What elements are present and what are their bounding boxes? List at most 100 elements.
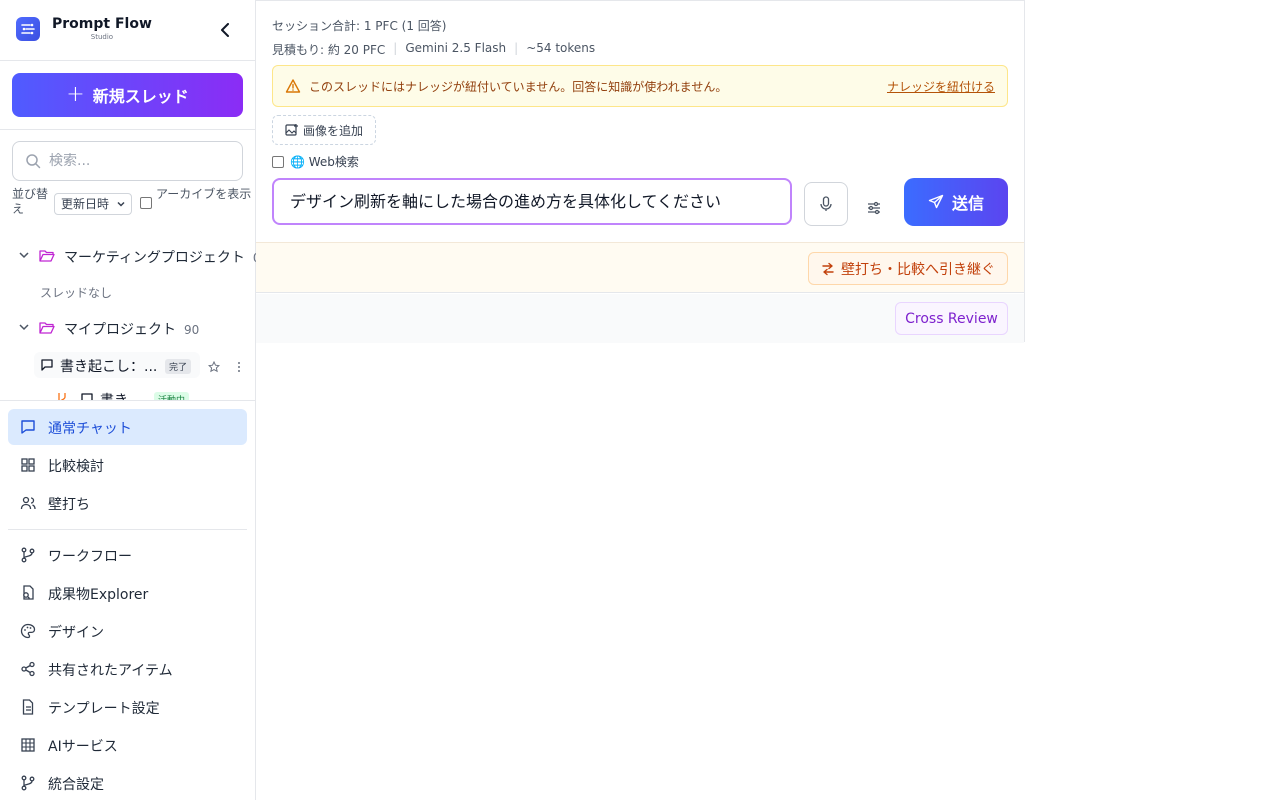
brand-subtitle: Studio <box>90 33 114 41</box>
separator: | <box>393 41 398 55</box>
star-icon[interactable] <box>207 360 221 373</box>
swap-icon <box>822 262 834 275</box>
handoff-bar: 壁打ち・比較へ引き継ぐ <box>256 242 1024 293</box>
sort-label: 並び替え <box>12 187 49 216</box>
brand[interactable]: Prompt Flow Studio <box>16 17 152 41</box>
chevron-down-icon[interactable] <box>18 321 30 333</box>
sort-select[interactable]: 更新日時 <box>54 193 132 215</box>
knowledge-warning: このスレッドにはナレッジが紐付いていません。回答に知識が使われません。 ナレッジ… <box>272 65 1008 107</box>
plus-icon: + <box>66 82 85 107</box>
nav-item-integration-settings[interactable]: 統合設定 <box>8 765 247 801</box>
nav-item-artifact-explorer[interactable]: 成果物Explorer <box>8 575 247 611</box>
cross-review-button[interactable]: Cross Review <box>895 302 1008 335</box>
nav-label: 成果物Explorer <box>48 587 149 603</box>
web-search-checkbox[interactable] <box>272 155 284 168</box>
new-thread-label: 新規スレッド <box>92 87 189 106</box>
chevron-down-icon <box>117 201 125 207</box>
project-tree: マーケティングプロジェクト0 スレッドなし マイプロジェクト90 書き起こし：.… <box>0 240 256 400</box>
project-row-my[interactable]: マイプロジェクト 90 <box>0 312 256 344</box>
nav-item-brainstorm[interactable]: 壁打ち <box>8 485 247 521</box>
table-icon <box>21 738 35 752</box>
separator: | <box>514 41 519 55</box>
sliders-icon <box>868 201 880 215</box>
nav-label: 通常チャット <box>48 421 132 437</box>
collapse-sidebar-button[interactable] <box>216 20 234 40</box>
handoff-button[interactable]: 壁打ち・比較へ引き継ぐ <box>808 252 1008 285</box>
nav-item-workflow[interactable]: ワークフロー <box>8 537 247 573</box>
nav-label: AIサービス <box>48 739 118 755</box>
nav-label: 統合設定 <box>48 777 104 793</box>
warning-icon <box>285 79 301 93</box>
divider <box>0 400 256 401</box>
link-knowledge-link[interactable]: ナレッジを紐付ける <box>887 78 995 95</box>
handoff-label: 壁打ち・比較へ引き継ぐ <box>841 261 995 278</box>
thread-item[interactable]: 書き... 活動中 <box>44 388 204 400</box>
image-plus-icon <box>285 124 298 136</box>
microphone-icon <box>820 196 832 211</box>
nav-label: 比較検討 <box>48 459 104 475</box>
estimate-row: 見積もり: 約 20 PFC | Gemini 2.5 Flash | ~54 … <box>272 41 595 58</box>
session-total: セッション合計: 1 PFC (1 回答) <box>272 19 447 33</box>
nav-item-design[interactable]: デザイン <box>8 613 247 649</box>
sort-select-value: 更新日時 <box>61 197 110 211</box>
chat-icon <box>81 393 93 400</box>
archive-checkbox[interactable] <box>140 197 152 209</box>
branch-icon <box>21 547 35 563</box>
add-image-button[interactable]: 画像を追加 <box>272 115 376 145</box>
thread-actions <box>207 358 245 377</box>
app-logo-icon <box>16 17 40 41</box>
thread-name: 書き... <box>100 390 141 400</box>
chevron-left-icon <box>221 23 229 37</box>
nav-item-shared[interactable]: 共有されたアイテム <box>8 651 247 687</box>
nav-item-compare[interactable]: 比較検討 <box>8 447 247 483</box>
folder-open-icon <box>39 322 55 334</box>
voice-input-button[interactable] <box>804 182 848 226</box>
estimate: 見積もり: 約 20 PFC <box>272 43 386 57</box>
send-label: 送信 <box>951 194 984 213</box>
share-icon <box>21 661 35 677</box>
sort-row: 並び替え 更新日時 アーカイブを表示 <box>12 187 251 219</box>
thread-name: 書き起こし：... <box>60 359 158 375</box>
archive-label: アーカイブを表示 <box>156 187 252 201</box>
nav-item-ai-services[interactable]: AIサービス <box>8 727 247 763</box>
sidebar: Prompt Flow Studio + 新規スレッド 並び替え 更新日時 アー… <box>0 0 256 800</box>
chevron-down-icon[interactable] <box>18 249 30 261</box>
thread-item[interactable]: 書き起こし：... 完了 <box>34 352 200 378</box>
document-icon <box>22 699 34 715</box>
send-icon <box>928 194 944 209</box>
project-name: マイプロジェクト 90 <box>64 322 200 338</box>
more-vertical-icon[interactable] <box>233 361 245 373</box>
project-name: マーケティングプロジェクト0 <box>64 247 256 267</box>
nav-label: テンプレート設定 <box>48 701 160 717</box>
divider <box>0 129 256 130</box>
nav-item-template-settings[interactable]: テンプレート設定 <box>8 689 247 725</box>
folder-open-icon <box>39 250 55 262</box>
token-count: ~54 tokens <box>526 41 596 55</box>
cross-review-bar: Cross Review <box>256 294 1024 343</box>
message-input[interactable]: デザイン刷新を軸にした場合の進め方を具体化してください <box>272 178 792 225</box>
new-thread-button[interactable]: + 新規スレッド <box>12 73 243 117</box>
nav-label: ワークフロー <box>48 549 132 565</box>
web-search-toggle[interactable]: 🌐 Web検索 <box>272 153 359 170</box>
project-row-marketing[interactable]: マーケティングプロジェクト0 <box>0 240 256 272</box>
users-icon <box>20 496 36 510</box>
branch-icon <box>21 775 35 791</box>
search-input[interactable] <box>49 153 229 169</box>
model-name: Gemini 2.5 Flash <box>405 41 507 55</box>
divider <box>8 529 247 530</box>
send-button[interactable]: 送信 <box>904 178 1008 226</box>
empty-thread-note: スレッドなし <box>40 286 113 300</box>
chat-icon <box>21 420 35 434</box>
file-search-icon <box>23 585 34 600</box>
project-count: 90 <box>184 323 200 337</box>
nav-label: 共有されたアイテム <box>48 663 173 679</box>
warning-text: このスレッドにはナレッジが紐付いていません。回答に知識が使われません。 <box>309 80 728 94</box>
nav-item-normal-chat[interactable]: 通常チャット <box>8 409 247 445</box>
composer-panel: セッション合計: 1 PFC (1 回答) 見積もり: 約 20 PFC | G… <box>256 0 1025 343</box>
nav-label: 壁打ち <box>48 497 90 513</box>
grid-icon <box>21 458 35 472</box>
settings-sliders-button[interactable] <box>866 200 882 220</box>
divider <box>0 60 256 61</box>
search-box[interactable] <box>12 141 243 181</box>
branch-icon <box>58 393 66 400</box>
